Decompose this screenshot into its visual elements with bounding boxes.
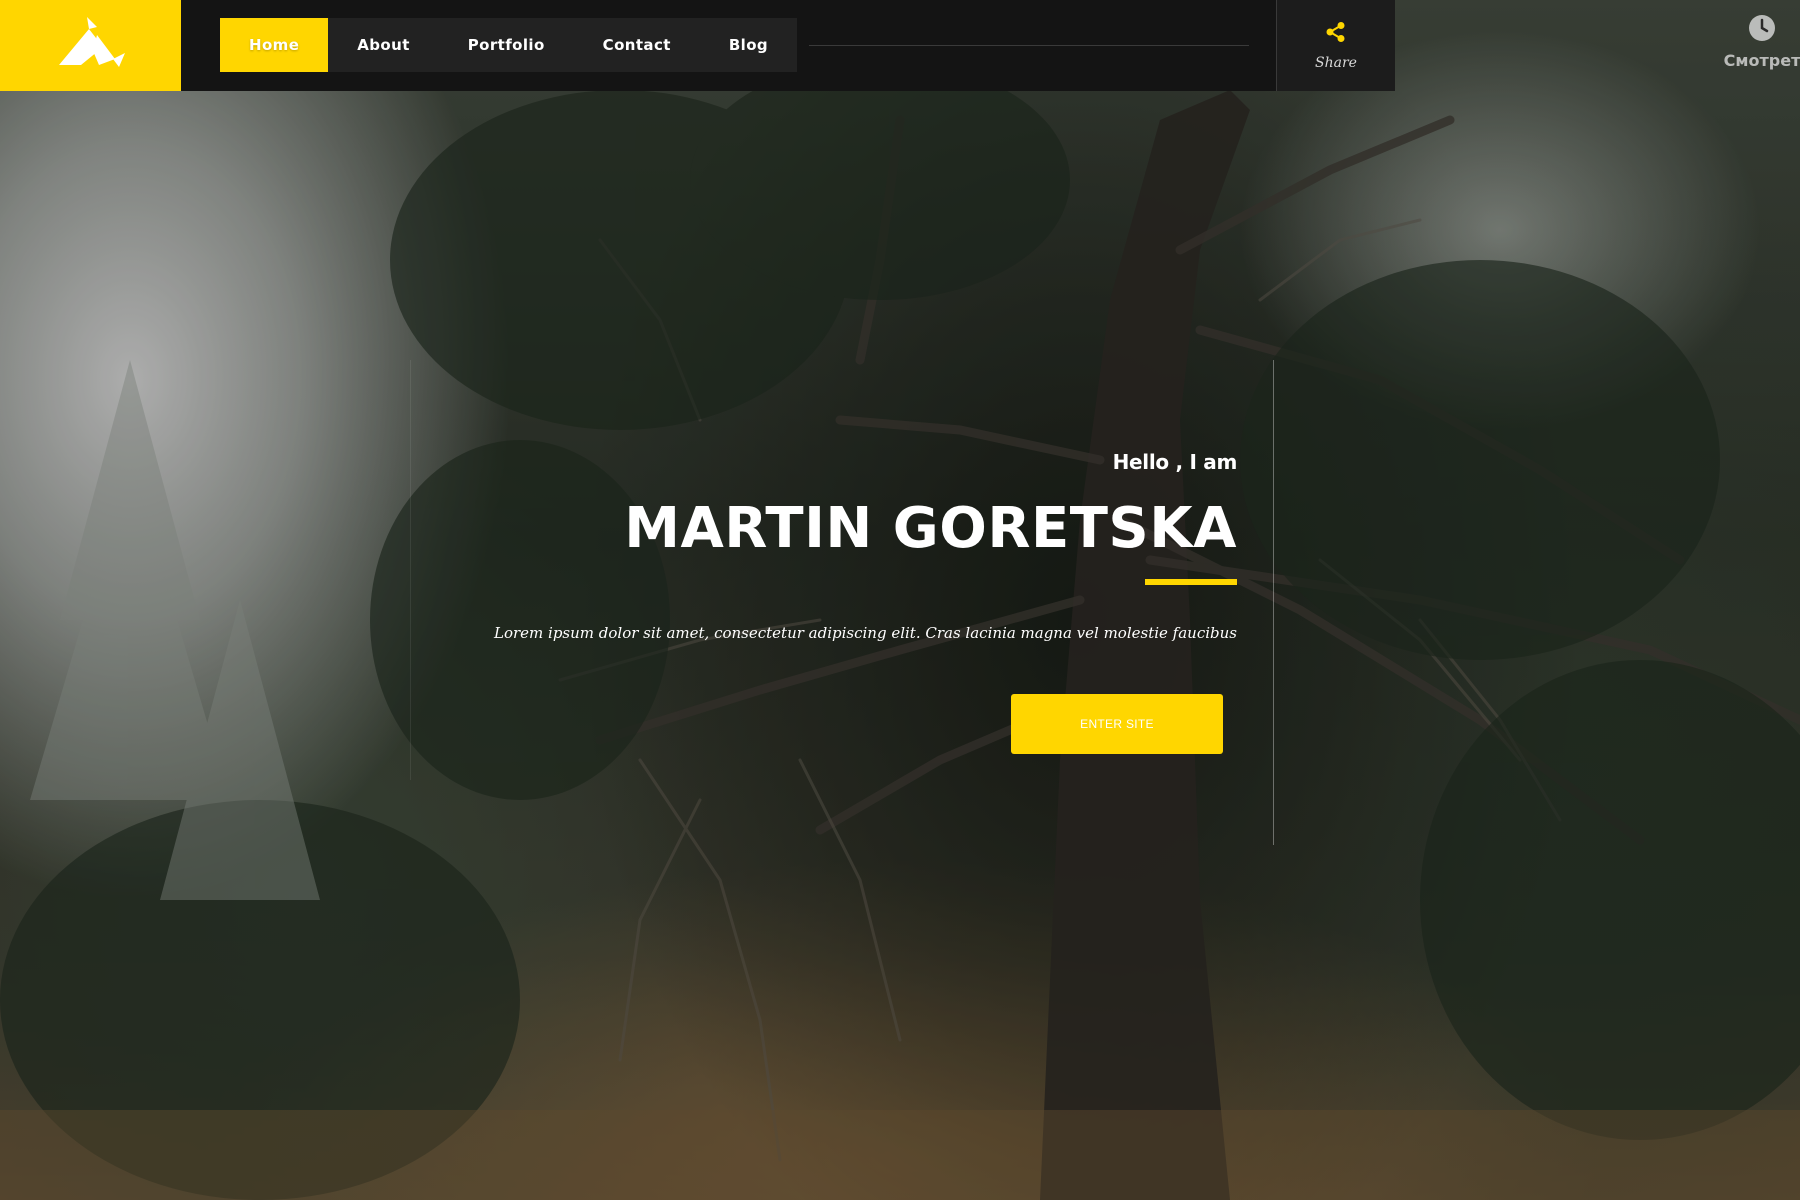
share-button[interactable]: Share — [1276, 0, 1395, 91]
share-icon — [1325, 21, 1347, 48]
hero-section: Hello , I am MARTIN GORETSKA Lorem ipsum… — [477, 440, 1237, 642]
nav-item-contact[interactable]: Contact — [574, 18, 700, 72]
hero-name: MARTIN GORETSKA — [624, 496, 1237, 561]
logo-link[interactable] — [0, 0, 181, 91]
nav-item-home[interactable]: Home — [220, 18, 329, 72]
watch-later-label: Смотрет — [1723, 51, 1800, 70]
hero-greeting: Hello , I am — [1112, 450, 1238, 474]
clock-icon — [1748, 14, 1776, 47]
hero-frame-left-line — [410, 360, 411, 780]
nav-item-blog[interactable]: Blog — [700, 18, 797, 72]
enter-site-button[interactable]: ENTER SITE — [1011, 694, 1223, 754]
share-label: Share — [1315, 54, 1357, 71]
main-nav: Home About Portfolio Contact Blog — [220, 18, 798, 72]
hero-frame-right-line — [1273, 360, 1274, 845]
nav-item-about[interactable]: About — [328, 18, 439, 72]
hero-name-underline — [1145, 579, 1237, 586]
site-header: Home About Portfolio Contact Blog Share — [0, 0, 1395, 91]
watch-later-button[interactable]: Смотрет — [1724, 14, 1800, 70]
header-divider — [809, 45, 1249, 46]
hero-lead-text: Lorem ipsum dolor sit amet, consectetur … — [493, 624, 1237, 643]
landing-page: Home About Portfolio Contact Blog Share — [0, 0, 1800, 1200]
nav-item-portfolio[interactable]: Portfolio — [439, 18, 574, 72]
geometric-bird-logo-icon — [53, 15, 129, 76]
